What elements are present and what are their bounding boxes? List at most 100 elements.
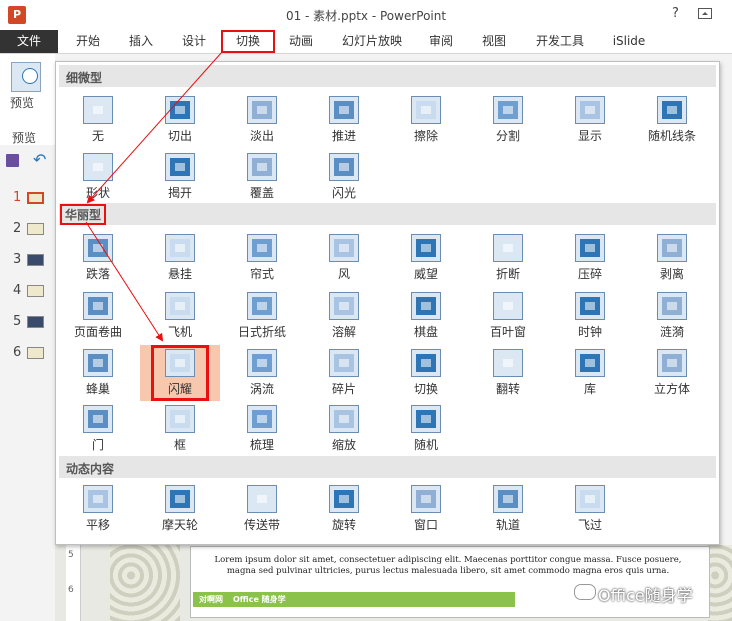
transition-option[interactable]: 淡出 xyxy=(222,92,302,148)
slide-thumbnail[interactable] xyxy=(27,192,44,204)
transition-icon xyxy=(83,405,113,433)
transition-icon xyxy=(657,234,687,262)
transition-option[interactable]: 窗口 xyxy=(386,481,466,537)
transition-option[interactable]: 无 xyxy=(58,92,138,148)
watermark: Office随身学 xyxy=(598,586,693,605)
transition-label: 淡出 xyxy=(249,129,274,143)
transition-option[interactable]: 时钟 xyxy=(550,288,630,344)
transition-option[interactable]: 蜂巢 xyxy=(58,345,138,401)
tab-slideshow[interactable]: 幻灯片放映 xyxy=(334,30,410,53)
transition-option-glitter[interactable]: 闪耀 xyxy=(140,345,220,401)
transition-icon xyxy=(411,405,441,433)
slide-number[interactable]: 3 xyxy=(13,252,21,267)
transition-option[interactable]: 帘式 xyxy=(222,230,302,286)
transition-option[interactable]: 涡流 xyxy=(222,345,302,401)
transition-icon xyxy=(165,349,195,377)
transition-option[interactable]: 框 xyxy=(140,401,220,457)
undo-icon[interactable]: ↶ xyxy=(33,150,46,169)
transition-option[interactable]: 旋转 xyxy=(304,481,384,537)
transition-label: 门 xyxy=(91,438,104,452)
transition-label: 折断 xyxy=(495,267,520,281)
tab-transitions[interactable]: 切换 xyxy=(221,30,275,53)
transition-option[interactable]: 门 xyxy=(58,401,138,457)
transition-label: 威望 xyxy=(413,267,438,281)
transition-option[interactable]: 页面卷曲 xyxy=(58,288,138,344)
transition-option[interactable]: 随机线条 xyxy=(632,92,712,148)
transition-option[interactable]: 百叶窗 xyxy=(468,288,548,344)
slide-thumbnail[interactable] xyxy=(27,285,44,297)
transition-option[interactable]: 折断 xyxy=(468,230,548,286)
transition-option[interactable]: 分割 xyxy=(468,92,548,148)
tab-animations[interactable]: 动画 xyxy=(281,30,321,53)
transition-option[interactable]: 梳理 xyxy=(222,401,302,457)
transition-option[interactable]: 威望 xyxy=(386,230,466,286)
slide-number[interactable]: 4 xyxy=(13,283,21,298)
transition-label: 剥离 xyxy=(659,267,684,281)
slide-thumbnail[interactable] xyxy=(27,316,44,328)
tab-design[interactable]: 设计 xyxy=(174,30,214,53)
transition-option[interactable]: 跌落 xyxy=(58,230,138,286)
slide-number[interactable]: 2 xyxy=(13,221,21,236)
transition-option[interactable]: 切出 xyxy=(140,92,220,148)
slide-body-text[interactable]: Lorem ipsum dolor sit amet, consectetuer… xyxy=(207,555,689,577)
transition-option[interactable]: 立方体 xyxy=(632,345,712,401)
transition-option[interactable]: 风 xyxy=(304,230,384,286)
transition-option[interactable]: 轨道 xyxy=(468,481,548,537)
transition-label: 缩放 xyxy=(331,438,356,452)
tab-insert[interactable]: 插入 xyxy=(121,30,161,53)
transition-option[interactable]: 库 xyxy=(550,345,630,401)
transition-label: 库 xyxy=(583,382,596,396)
transition-icon xyxy=(657,292,687,320)
transition-option[interactable]: 飞机 xyxy=(140,288,220,344)
transition-option[interactable]: 翻转 xyxy=(468,345,548,401)
transition-option[interactable]: 摩天轮 xyxy=(140,481,220,537)
tab-file[interactable]: 文件 xyxy=(0,30,58,53)
transition-option[interactable]: 揭开 xyxy=(140,149,220,205)
ribbon-display-options-icon[interactable] xyxy=(698,8,712,19)
transition-option[interactable]: 碎片 xyxy=(304,345,384,401)
transition-option[interactable]: 随机 xyxy=(386,401,466,457)
transition-option[interactable]: 显示 xyxy=(550,92,630,148)
transition-label: 闪光 xyxy=(331,186,356,200)
tab-view[interactable]: 视图 xyxy=(474,30,514,53)
transition-label: 显示 xyxy=(577,129,602,143)
transition-option[interactable]: 推进 xyxy=(304,92,384,148)
slide-number[interactable]: 6 xyxy=(13,345,21,360)
tab-developer[interactable]: 开发工具 xyxy=(530,30,590,53)
slide-number[interactable]: 1 xyxy=(13,190,21,205)
save-icon[interactable] xyxy=(6,154,19,167)
transition-label: 蜂巢 xyxy=(85,382,110,396)
slide-thumbnail[interactable] xyxy=(27,223,44,235)
transition-option[interactable]: 日式折纸 xyxy=(222,288,302,344)
transition-option[interactable]: 传送带 xyxy=(222,481,302,537)
transition-option[interactable]: 溶解 xyxy=(304,288,384,344)
transition-option[interactable]: 棋盘 xyxy=(386,288,466,344)
transition-option[interactable]: 形状 xyxy=(58,149,138,205)
transition-option[interactable]: 平移 xyxy=(58,481,138,537)
transition-option[interactable]: 擦除 xyxy=(386,92,466,148)
help-button[interactable]: ? xyxy=(672,6,679,21)
tab-review[interactable]: 审阅 xyxy=(421,30,461,53)
preview-button-label[interactable]: 预览 xyxy=(10,94,34,111)
tab-islide[interactable]: iSlide xyxy=(604,30,654,53)
transition-label: 跌落 xyxy=(85,267,110,281)
slide-number[interactable]: 5 xyxy=(13,314,21,329)
transition-option[interactable]: 压碎 xyxy=(550,230,630,286)
preview-icon[interactable] xyxy=(11,62,41,92)
slide-thumbnail[interactable] xyxy=(27,347,44,359)
section-header-subtle: 细微型 xyxy=(59,65,716,87)
transition-option[interactable]: 飞过 xyxy=(550,481,630,537)
transition-icon xyxy=(165,405,195,433)
transition-label: 翻转 xyxy=(495,382,520,396)
transition-option[interactable]: 剥离 xyxy=(632,230,712,286)
transition-option[interactable]: 缩放 xyxy=(304,401,384,457)
tab-home[interactable]: 开始 xyxy=(68,30,108,53)
transition-option[interactable]: 覆盖 xyxy=(222,149,302,205)
transition-option[interactable]: 闪光 xyxy=(304,149,384,205)
transition-option[interactable]: 悬挂 xyxy=(140,230,220,286)
slide-thumbnail[interactable] xyxy=(27,254,44,266)
transition-option[interactable]: 切换 xyxy=(386,345,466,401)
transition-icon xyxy=(493,96,523,124)
transition-option[interactable]: 涟漪 xyxy=(632,288,712,344)
slide-background-pattern xyxy=(708,545,732,621)
